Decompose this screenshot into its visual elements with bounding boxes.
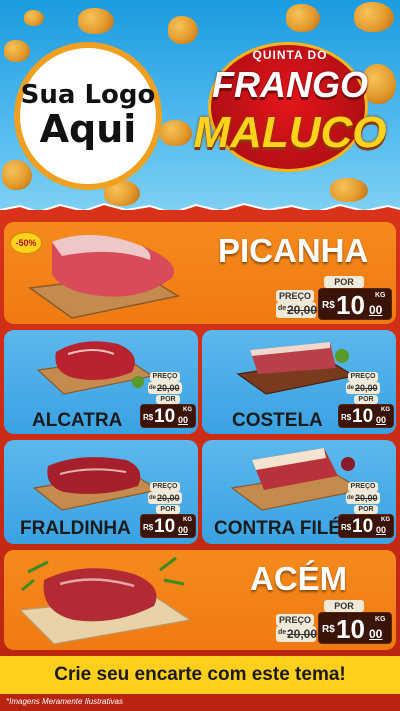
- discount-badge: -50%: [10, 232, 42, 254]
- chicken-nugget-icon: [78, 8, 114, 34]
- cta-banner[interactable]: Crie seu encarte com este tema!: [0, 656, 400, 694]
- logo-text-line1: Sua Logo: [20, 80, 156, 111]
- price-label-by: POR: [324, 276, 364, 288]
- price-label-by: POR: [156, 505, 180, 514]
- new-price: R$ 10 00 KG: [338, 514, 394, 538]
- chicken-nugget-icon: [160, 120, 192, 146]
- price-label-by: POR: [354, 505, 378, 514]
- price-label-from: PREÇO: [150, 482, 180, 492]
- meat-cut-icon: [18, 556, 192, 645]
- old-price: de 20,00: [276, 302, 318, 318]
- price-label-from: PREÇO: [276, 290, 314, 302]
- header-banner: Sua Logo Aqui QUINTA DO FRANGO MALUCO: [0, 0, 400, 210]
- price-label-from: PREÇO: [276, 614, 314, 626]
- brand-bottom-text: MALUCO: [193, 108, 387, 157]
- old-price: de 20,00: [276, 626, 318, 642]
- chicken-nugget-icon: [354, 2, 394, 32]
- price-tag-contra-file: PREÇO de 20,00 POR R$ 10 00 KG: [338, 482, 394, 538]
- new-price: R$ 10 00 KG: [318, 612, 392, 644]
- price-tag-fraldinha: PREÇO de 20,00 POR R$ 10 00 KG: [140, 482, 196, 538]
- price-label-by: POR: [354, 395, 378, 404]
- disclaimer-text: *Imagens Meramente Ilustrativas: [6, 697, 123, 706]
- chicken-nugget-icon: [2, 160, 32, 190]
- price-tag-costela: PREÇO de 20,00 POR R$ 10 00 KG: [338, 372, 394, 428]
- old-price: de 20,00: [346, 382, 380, 394]
- footer-bar: *Imagens Meramente Ilustrativas: [0, 694, 400, 711]
- product-name: FRALDINHA: [20, 518, 131, 539]
- old-price: de 20,00: [148, 382, 182, 394]
- product-name: CONTRA FILÉ: [214, 518, 342, 539]
- meat-cut-icon: [36, 341, 154, 395]
- new-price: R$ 10 00 KG: [140, 514, 196, 538]
- price-label-by: POR: [324, 600, 364, 612]
- price-label-from: PREÇO: [348, 372, 378, 382]
- price-label-from: PREÇO: [150, 372, 180, 382]
- product-name: ACÉM: [250, 560, 348, 597]
- cta-text: Crie seu encarte com este tema!: [54, 664, 346, 685]
- price-tag-picanha: POR PREÇO de 20,00 R$ 10 00 KG: [276, 276, 392, 320]
- logo-text-line2: Aqui: [39, 106, 137, 151]
- price-label-from: PREÇO: [348, 482, 378, 492]
- product-name: PICANHA: [218, 232, 369, 269]
- price-tag-alcatra: PREÇO de 20,00 POR R$ 10 00 KG: [140, 372, 196, 428]
- brand-emblem: QUINTA DO FRANGO MALUCO: [192, 38, 388, 178]
- chicken-nugget-icon: [4, 40, 30, 62]
- price-label-by: POR: [156, 395, 180, 404]
- meat-cut-icon: [28, 234, 181, 319]
- logo-placeholder[interactable]: Sua Logo Aqui: [14, 42, 162, 190]
- brand-main-text: FRANGO: [212, 64, 368, 105]
- new-price: R$ 10 00 KG: [140, 404, 196, 428]
- old-price: de 20,00: [148, 492, 182, 504]
- new-price: R$ 10 00 KG: [338, 404, 394, 428]
- product-name: COSTELA: [232, 410, 323, 431]
- brand-top-text: QUINTA DO: [252, 48, 328, 62]
- new-price: R$ 10 00 KG: [318, 288, 392, 320]
- price-tag-acem: POR PREÇO de 20,00 R$ 10 00 KG: [276, 600, 392, 644]
- old-price: de 20,00: [346, 492, 380, 504]
- chicken-nugget-icon: [286, 4, 320, 32]
- product-name: ALCATRA: [32, 410, 123, 431]
- chicken-nugget-icon: [24, 10, 44, 26]
